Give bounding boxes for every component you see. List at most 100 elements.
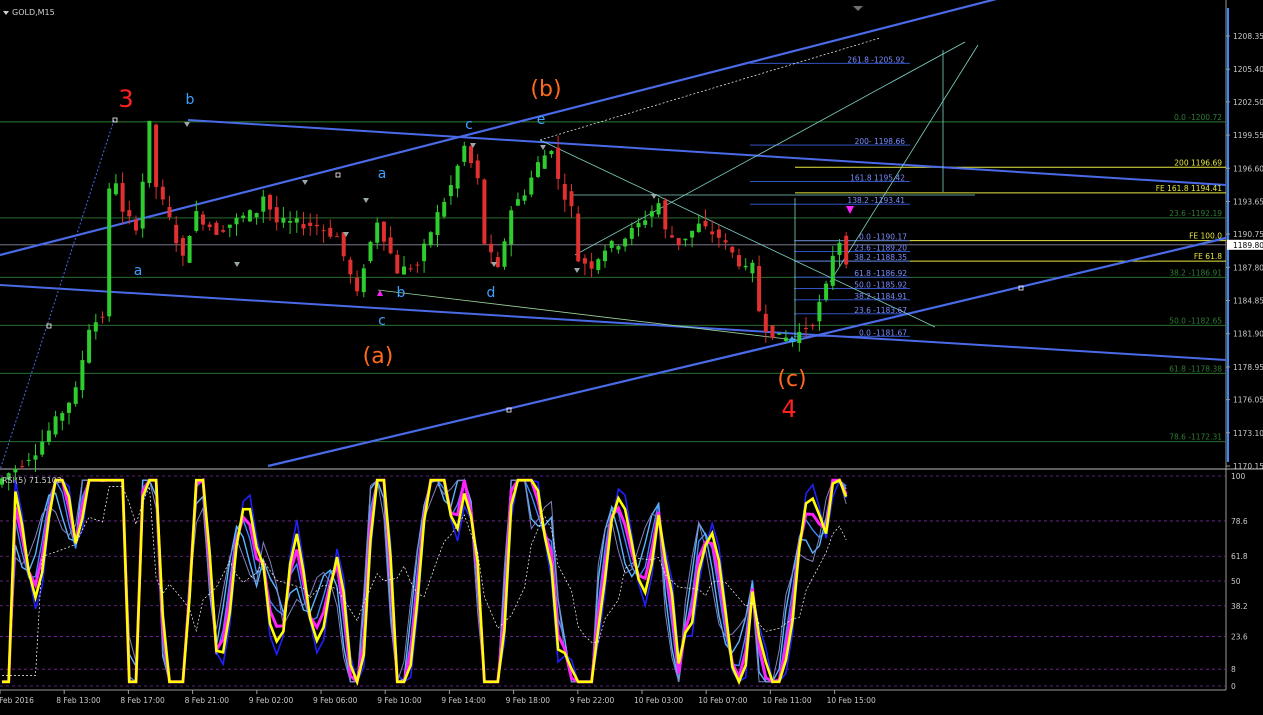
candle-body xyxy=(40,441,45,455)
fib-retrace-label: 0.0 -1200.72 xyxy=(1174,113,1222,122)
time-tick-label: 9 Feb 02:00 xyxy=(249,696,294,705)
candle-body xyxy=(435,212,440,236)
candle-body xyxy=(93,322,98,332)
candle-body xyxy=(294,218,299,223)
candle-body xyxy=(214,222,219,235)
candle-body xyxy=(810,324,815,327)
candle-body xyxy=(328,227,333,237)
candle-body xyxy=(649,211,654,217)
candle-body xyxy=(408,268,413,270)
price-tick-label: 1187.80 xyxy=(1233,263,1263,272)
fib-ext-label: 50.0 -1185.92 xyxy=(854,280,907,289)
time-tick-label: 8 Feb 21:00 xyxy=(185,696,230,705)
rsi-tick-label: 100 xyxy=(1231,472,1246,481)
time-tick-label: 10 Feb 07:00 xyxy=(698,696,747,705)
candle-body xyxy=(120,182,125,212)
wave-label: (b) xyxy=(530,77,561,102)
candle-body xyxy=(442,201,447,217)
time-tick-label: 9 Feb 14:00 xyxy=(441,696,486,705)
candle-body xyxy=(824,283,829,300)
candle-body xyxy=(402,266,406,275)
candle-body xyxy=(690,230,695,238)
wave-label: c xyxy=(465,117,473,133)
candle-body xyxy=(549,150,554,155)
window-title: GOLD,M15 xyxy=(12,8,55,17)
candle-body xyxy=(502,241,507,267)
fib-ext-label: 23.6 -1183.67 xyxy=(854,306,907,315)
wave-label: 3 xyxy=(118,85,133,113)
candle-body xyxy=(529,177,534,195)
price-tick-label: 1184.85 xyxy=(1233,297,1263,306)
candle-body xyxy=(147,120,152,184)
candle-body xyxy=(455,165,460,189)
time-tick-label: 9 Feb 06:00 xyxy=(313,696,358,705)
fe-level-label: FE 161.8 1194.41 xyxy=(1156,184,1223,193)
time-tick-label: 8 Feb 13:00 xyxy=(56,696,101,705)
candle-body xyxy=(536,162,540,177)
candle-body xyxy=(361,268,366,293)
candle-body xyxy=(288,220,293,223)
candle-body xyxy=(33,455,38,460)
candle-body xyxy=(154,124,159,187)
candle-body xyxy=(341,232,346,257)
time-tick-label: 8 Feb 2016 xyxy=(0,696,34,705)
wave-label: e xyxy=(537,112,546,128)
candle-body xyxy=(348,259,353,275)
price-tick-label: 1205.40 xyxy=(1233,65,1263,74)
candle-body xyxy=(670,235,674,238)
candle-body xyxy=(542,155,547,169)
wave-label: 4 xyxy=(781,395,796,423)
candle-body xyxy=(757,265,762,312)
candle-body xyxy=(703,220,708,227)
fib-retrace-label: 50.0 -1182.65 xyxy=(1169,316,1222,325)
wave-label: c xyxy=(378,313,386,329)
candle-body xyxy=(375,222,380,243)
candle-body xyxy=(489,243,494,253)
candle-body xyxy=(174,224,179,244)
fib-ext-label: 0.0 -1181.67 xyxy=(859,328,907,337)
candle-body xyxy=(368,241,373,262)
candle-body xyxy=(797,331,802,344)
candle-body xyxy=(589,261,594,269)
candle-body xyxy=(127,210,132,217)
wave-label: (c) xyxy=(777,367,806,392)
candle-body xyxy=(469,146,473,164)
candle-body xyxy=(26,459,31,461)
candle-body xyxy=(556,147,561,179)
candle-body xyxy=(462,145,467,162)
candle-body xyxy=(609,240,614,248)
time-tick-label: 9 Feb 18:00 xyxy=(506,696,551,705)
candle-body xyxy=(522,195,527,201)
rsi-title: RSI(5) 71.5102 xyxy=(2,476,62,485)
candle-body xyxy=(20,466,25,468)
fib-ext-label: 23.6 -1189.20 xyxy=(854,244,907,253)
candle-body xyxy=(837,242,842,255)
candle-body xyxy=(227,224,232,228)
fib-ext-label: 261.8 -1205.92 xyxy=(847,55,905,64)
candle-body xyxy=(629,228,634,239)
price-tick-label: 1176.05 xyxy=(1233,396,1263,405)
wave-label: (a) xyxy=(363,344,394,369)
candle-body xyxy=(783,337,788,342)
candle-body xyxy=(113,183,118,195)
candle-body xyxy=(616,246,621,250)
candle-body xyxy=(314,224,319,227)
candle-body xyxy=(603,250,607,262)
candle-body xyxy=(274,207,279,223)
candle-body xyxy=(247,210,252,222)
candle-body xyxy=(830,255,835,286)
candle-body xyxy=(683,238,688,241)
candle-body xyxy=(676,237,681,245)
candle-body xyxy=(254,213,259,218)
candle-body xyxy=(201,214,205,225)
time-tick-label: 10 Feb 15:00 xyxy=(827,696,876,705)
fib-retrace-label: 38.2 -1186.91 xyxy=(1169,268,1222,277)
candle-body xyxy=(730,246,735,253)
candle-body xyxy=(582,258,587,264)
time-tick-label: 9 Feb 10:00 xyxy=(377,696,422,705)
chart-canvas[interactable]: GOLD,M15 1208.35 1205.40 1202.50 1199.55 119… xyxy=(0,0,1263,715)
candle-body xyxy=(160,186,165,200)
candle-body xyxy=(475,160,480,179)
time-tick-label: 10 Feb 03:00 xyxy=(634,696,683,705)
fe-level-label: FE 100.0 xyxy=(1189,232,1222,241)
